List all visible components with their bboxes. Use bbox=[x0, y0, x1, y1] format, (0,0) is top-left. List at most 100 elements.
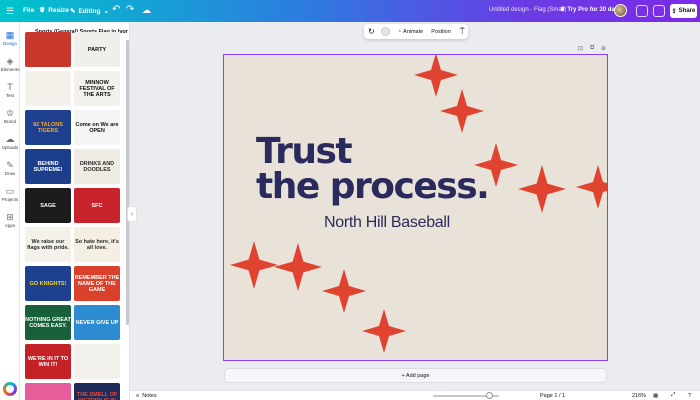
design-icon: ▦ bbox=[5, 30, 15, 40]
template-thumbnail-text: GO KNIGHTS! bbox=[29, 280, 67, 287]
redo-icon[interactable]: ↷ bbox=[126, 4, 134, 15]
rail-label: Design bbox=[2, 41, 17, 46]
headline[interactable]: Trust the process. bbox=[256, 134, 490, 207]
add-page-icon[interactable]: ⊕ bbox=[601, 45, 606, 52]
template-thumbnail[interactable]: MINNOW FESTIVAL OF THE ARTS bbox=[74, 71, 120, 106]
try-pro-button[interactable]: ♛ Try Pro for 30 days bbox=[560, 6, 621, 14]
stats-icon[interactable] bbox=[636, 5, 648, 17]
template-thumbnail[interactable]: 82 TALONS TIGERS bbox=[25, 110, 71, 145]
lock-icon[interactable]: ⊡ bbox=[578, 45, 583, 52]
share-button[interactable]: ⇪ Share bbox=[670, 4, 697, 18]
template-thumbnail-text: THE SMELL OF VICTORY IS IN THE AIR bbox=[76, 391, 118, 400]
template-thumbnail[interactable]: NOTHING GREAT COMES EASY. bbox=[25, 305, 71, 340]
star-shape[interactable] bbox=[414, 55, 458, 97]
fullscreen-icon[interactable]: ⤢ bbox=[671, 392, 675, 399]
template-thumbnail[interactable]: So hate here, it's all love. bbox=[74, 227, 120, 262]
star-shape[interactable] bbox=[322, 269, 366, 313]
template-thumbnail-text: BEHIND SUPREME! bbox=[33, 160, 63, 173]
draw-icon: ✎ bbox=[6, 160, 14, 170]
template-thumbnail[interactable]: THE SMELL OF VICTORY IS IN THE AIR bbox=[74, 383, 120, 400]
rail-label: Apps bbox=[4, 223, 16, 228]
template-thumbnail[interactable] bbox=[74, 344, 120, 379]
uploads-icon: ☁ bbox=[5, 134, 15, 144]
star-shape[interactable] bbox=[230, 241, 278, 289]
brand-icon: ♔ bbox=[5, 108, 15, 118]
template-thumbnail-text: REMEMBER THE NAME OF THE GAME bbox=[74, 274, 120, 293]
animate-icon: ◔ bbox=[397, 28, 402, 35]
color-swatch[interactable] bbox=[380, 27, 390, 36]
star-decorations[interactable] bbox=[224, 55, 607, 360]
template-thumbnail[interactable]: PARTY bbox=[74, 32, 120, 67]
template-thumbnail[interactable]: WE'RE IN IT TO WIN IT! bbox=[25, 344, 71, 379]
notes-button[interactable]: Notes bbox=[142, 393, 156, 399]
template-thumbnail[interactable]: We raise our flags with pride. bbox=[25, 227, 71, 262]
zoom-slider-handle[interactable] bbox=[486, 392, 493, 399]
collapse-panel-button[interactable]: ‹ bbox=[127, 206, 137, 222]
design-canvas[interactable]: Trust the process. North Hill Baseball bbox=[223, 54, 608, 361]
star-shape[interactable] bbox=[274, 243, 322, 291]
template-thumbnail[interactable]: Come on We are OPEN bbox=[74, 110, 120, 145]
template-thumbnail[interactable]: SAGE bbox=[25, 188, 71, 223]
help-icon[interactable]: ? bbox=[688, 393, 691, 399]
grid-view-icon[interactable]: ▦ bbox=[653, 393, 658, 399]
animate-label: Animate bbox=[403, 28, 424, 35]
template-thumbnail[interactable]: GO KNIGHTS! bbox=[25, 266, 71, 301]
rail-item-uploads[interactable]: ☁ Uploads bbox=[0, 134, 20, 150]
zoom-level[interactable]: 216% bbox=[632, 393, 646, 399]
subtitle[interactable]: North Hill Baseball bbox=[324, 214, 450, 232]
text-icon: T bbox=[7, 82, 13, 92]
animate-button[interactable]: ◔ Animate bbox=[398, 29, 424, 35]
file-menu[interactable]: File bbox=[23, 7, 34, 14]
rail-item-design[interactable]: ▦ Design bbox=[0, 30, 20, 46]
position-button[interactable]: Position bbox=[431, 29, 451, 35]
add-page-button[interactable]: + Add page bbox=[224, 368, 607, 383]
template-thumbnail-text: DRINKS AND DOODLES bbox=[79, 160, 115, 173]
star-shape[interactable] bbox=[440, 89, 484, 133]
rail-label: Elements bbox=[0, 67, 20, 72]
rail-item-elements[interactable]: ◈ Elements bbox=[0, 56, 20, 72]
document-title[interactable]: Untitled design - Flag (Small) bbox=[489, 7, 566, 13]
paint-roller-icon[interactable]: ⍑ bbox=[460, 27, 465, 37]
template-thumbnail[interactable]: DRINKS AND DOODLES bbox=[74, 149, 120, 184]
editing-dropdown[interactable]: ✎ Editing ⌄ bbox=[70, 7, 109, 16]
template-thumbnail-text: SFC bbox=[91, 202, 103, 209]
rail-item-draw[interactable]: ✎ Draw bbox=[0, 160, 20, 176]
notes-icon[interactable]: ≡ bbox=[136, 393, 139, 399]
comment-icon[interactable] bbox=[653, 5, 665, 17]
crown-icon: ♛ bbox=[39, 7, 46, 14]
left-rail: ▦ Design ◈ Elements T Text ♔ Brand ☁ Upl… bbox=[0, 22, 20, 400]
template-thumbnail-text: SAGE bbox=[40, 202, 56, 209]
magic-assistant-icon[interactable] bbox=[3, 382, 17, 396]
page-indicator[interactable]: Page 1 / 1 bbox=[540, 393, 565, 399]
editing-label: Editing bbox=[78, 7, 101, 15]
panel-scrollbar[interactable] bbox=[126, 40, 129, 325]
template-thumbnail-text: So hate here, it's all love. bbox=[75, 238, 119, 251]
rail-label: Brand bbox=[3, 119, 16, 124]
star-shape[interactable] bbox=[518, 165, 566, 213]
rotate-icon[interactable]: ↻ bbox=[368, 27, 375, 36]
hamburger-menu-icon[interactable]: ☰ bbox=[6, 6, 14, 17]
star-shape[interactable] bbox=[576, 165, 607, 209]
cloud-sync-icon[interactable]: ☁ bbox=[142, 5, 151, 16]
template-thumbnail[interactable]: SFC bbox=[74, 188, 120, 223]
template-thumbnail[interactable]: BEHIND SUPREME! bbox=[25, 149, 71, 184]
undo-icon[interactable]: ↶ bbox=[112, 4, 120, 15]
headline-line-2: the process. bbox=[256, 166, 490, 207]
template-thumbnail[interactable]: NEVER GIVE UP bbox=[74, 305, 120, 340]
rail-item-apps[interactable]: ⊞ Apps bbox=[0, 212, 20, 228]
template-thumbnail[interactable]: REMEMBER THE NAME OF THE GAME bbox=[74, 266, 120, 301]
pencil-icon: ✎ bbox=[70, 8, 76, 15]
duplicate-page-icon[interactable]: ⧉ bbox=[590, 45, 594, 52]
template-thumbnail[interactable] bbox=[25, 71, 71, 106]
rail-item-brand[interactable]: ♔ Brand bbox=[0, 108, 20, 124]
projects-icon: ▭ bbox=[5, 186, 15, 196]
rail-item-projects[interactable]: ▭ Projects bbox=[0, 186, 20, 202]
template-thumbnail[interactable] bbox=[25, 32, 71, 67]
star-shape[interactable] bbox=[362, 309, 406, 353]
template-thumbnail[interactable] bbox=[25, 383, 71, 400]
resize-button[interactable]: ♛ Resize bbox=[39, 7, 69, 14]
avatar[interactable] bbox=[614, 4, 627, 17]
template-thumbnail-text: MINNOW FESTIVAL OF THE ARTS bbox=[79, 79, 115, 98]
rail-item-text[interactable]: T Text bbox=[0, 82, 20, 98]
template-thumbnail-text: NOTHING GREAT COMES EASY. bbox=[25, 316, 71, 329]
